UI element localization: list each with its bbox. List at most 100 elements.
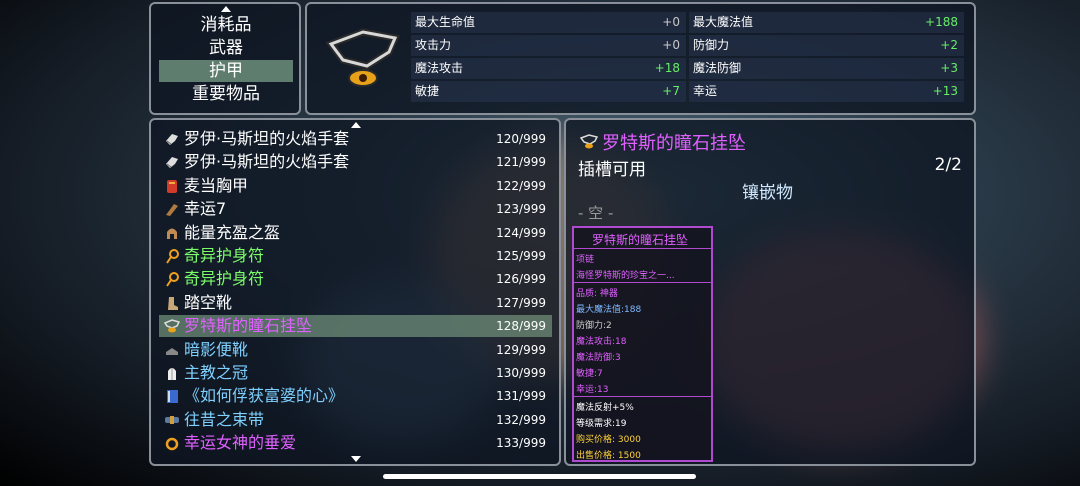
boots-icon — [164, 295, 180, 311]
list-item[interactable]: 奇异护身符 125/999 — [159, 245, 552, 267]
stat-label: 最大生命值 — [415, 15, 476, 29]
slot-count: 2/2 — [934, 155, 962, 175]
list-item[interactable]: 能量充盈之盔 124/999 — [159, 222, 552, 244]
tooltip-effect: 魔法反射+5% — [576, 403, 634, 413]
ring-icon — [164, 435, 180, 451]
category-armor[interactable]: 护甲 — [159, 60, 293, 82]
list-item[interactable]: 麦当胸甲 122/999 — [159, 175, 552, 197]
socket-empty-slot[interactable]: - 空 - — [578, 202, 613, 223]
category-menu: 消耗品 武器 护甲 重要物品 — [149, 2, 301, 115]
stat-value: +0 — [662, 38, 680, 52]
amulet-icon — [164, 271, 180, 287]
stat-value: +18 — [654, 61, 680, 75]
stat-row: 幸运 +13 — [689, 81, 964, 102]
tooltip-divider — [574, 282, 711, 283]
stat-label: 敏捷 — [415, 84, 440, 98]
stat-row: 攻击力 +0 — [411, 35, 686, 56]
book-icon — [164, 388, 180, 404]
pendant-icon — [163, 318, 181, 334]
mitre-icon — [164, 365, 180, 381]
item-count: 133/999 — [496, 436, 546, 451]
stat-value: +188 — [925, 15, 958, 29]
stat-label: 最大魔法值 — [693, 15, 754, 29]
stat-value: +2 — [940, 38, 958, 52]
item-name: 罗伊·马斯坦的火焰手套 — [184, 129, 350, 148]
item-count: 126/999 — [496, 272, 546, 287]
item-name: 罗特斯的瞳石挂坠 — [184, 316, 313, 336]
tooltip-stat: 防御力:2 — [576, 321, 612, 331]
list-item[interactable]: 暗影便靴 129/999 — [159, 339, 552, 361]
list-scroll-down-icon[interactable] — [351, 456, 361, 462]
stat-value: +0 — [662, 15, 680, 29]
item-name: 幸运女神的垂爱 — [184, 433, 297, 453]
item-count: 120/999 — [496, 132, 546, 146]
item-count: 125/999 — [496, 249, 546, 263]
item-name: 奇异护身符 — [184, 246, 265, 265]
list-item[interactable]: 往昔之束带 132/999 — [159, 409, 552, 431]
stat-value: +3 — [940, 61, 958, 75]
list-item[interactable]: 《如何俘获富婆的心》 131/999 — [159, 385, 552, 407]
item-count: 129/999 — [496, 342, 546, 357]
stat-label: 攻击力 — [415, 38, 452, 52]
glove-icon — [164, 154, 180, 170]
item-name: 幸运7 — [184, 199, 227, 219]
category-weapons[interactable]: 武器 — [159, 37, 293, 59]
amulet-icon — [164, 248, 180, 264]
slot-label: 插槽可用 — [578, 160, 646, 180]
tooltip-desc: 海怪罗特斯的珍宝之一... — [576, 271, 675, 281]
tooltip-divider — [574, 248, 711, 249]
list-item[interactable]: 幸运女神的垂爱 133/999 — [159, 432, 552, 454]
item-name: 能量充盈之盔 — [184, 222, 281, 242]
stats-panel: 最大生命值 +0 最大魔法值 +188 攻击力 +0 防御力 +2 魔法攻击 +18 魔法防御 +3 敏… — [305, 2, 976, 115]
stat-row: 防御力 +2 — [689, 35, 964, 56]
stat-label: 魔法防御 — [693, 61, 742, 75]
item-tooltip: 罗特斯的瞳石挂坠 项链 海怪罗特斯的珍宝之一... 品质: 神器 最大魔法值:1… — [572, 226, 713, 462]
item-name: 《如何俘获富婆的心》 — [184, 386, 345, 406]
stat-value: +7 — [662, 84, 680, 98]
home-indicator[interactable] — [383, 474, 696, 479]
list-item[interactable]: 罗伊·马斯坦的火焰手套 120/999 — [159, 128, 552, 150]
glove-icon — [164, 131, 180, 147]
list-item[interactable]: 奇异护身符 126/999 — [159, 268, 552, 290]
item-detail: 罗特斯的瞳石挂坠 插槽可用 2/2 镶嵌物 - 空 - 罗特斯的瞳石挂坠 项链 … — [564, 118, 976, 466]
tooltip-buy-price: 购买价格: 3000 — [576, 435, 641, 445]
item-name: 暗影便靴 — [184, 339, 249, 359]
stat-row: 最大魔法值 +188 — [689, 12, 964, 33]
stat-label: 魔法攻击 — [415, 61, 464, 75]
item-count: 128/999 — [496, 319, 546, 334]
detail-title: 罗特斯的瞳石挂坠 — [602, 133, 746, 154]
item-count: 130/999 — [496, 366, 546, 380]
pendant-icon — [580, 134, 598, 149]
tooltip-quality: 品质: 神器 — [576, 289, 618, 299]
scroll-up-arrow-icon[interactable] — [221, 6, 231, 12]
tooltip-level-req: 等级需求:19 — [576, 419, 627, 429]
list-item[interactable]: 踏空靴 127/999 — [159, 292, 552, 314]
list-item[interactable]: 罗特斯的瞳石挂坠 128/999 — [159, 315, 552, 338]
category-consumables[interactable]: 消耗品 — [159, 14, 293, 36]
item-count: 124/999 — [496, 225, 546, 240]
item-count: 127/999 — [496, 295, 546, 310]
item-name: 往昔之束带 — [184, 409, 265, 429]
item-list: 罗伊·马斯坦的火焰手套 120/999 罗伊·马斯坦的火焰手套 121/999 麦当胸甲… — [149, 118, 561, 466]
stat-row: 魔法攻击 +18 — [411, 58, 686, 79]
item-name: 麦当胸甲 — [184, 175, 249, 195]
tooltip-stat: 魔法防御:3 — [576, 353, 621, 363]
arm-guard-icon — [164, 201, 180, 217]
list-item[interactable]: 主教之冠 130/999 — [159, 362, 552, 384]
stat-row: 敏捷 +7 — [411, 81, 686, 102]
list-item[interactable]: 幸运7 123/999 — [159, 198, 552, 220]
item-name: 主教之冠 — [184, 363, 249, 382]
stat-label: 幸运 — [693, 84, 718, 98]
stat-row: 魔法防御 +3 — [689, 58, 964, 79]
category-key-items[interactable]: 重要物品 — [159, 83, 293, 105]
list-item[interactable]: 罗伊·马斯坦的火焰手套 121/999 — [159, 151, 552, 173]
chest-armor-icon — [164, 178, 180, 194]
stat-value: +13 — [932, 84, 958, 98]
item-count: 132/999 — [496, 412, 546, 427]
tooltip-stat: 最大魔法值:188 — [576, 305, 642, 315]
item-count: 122/999 — [496, 178, 546, 193]
item-count: 123/999 — [496, 202, 546, 217]
item-name: 罗伊·马斯坦的火焰手套 — [184, 152, 350, 172]
shoe-icon — [164, 342, 180, 358]
tooltip-stat: 魔法攻击:18 — [576, 337, 627, 347]
